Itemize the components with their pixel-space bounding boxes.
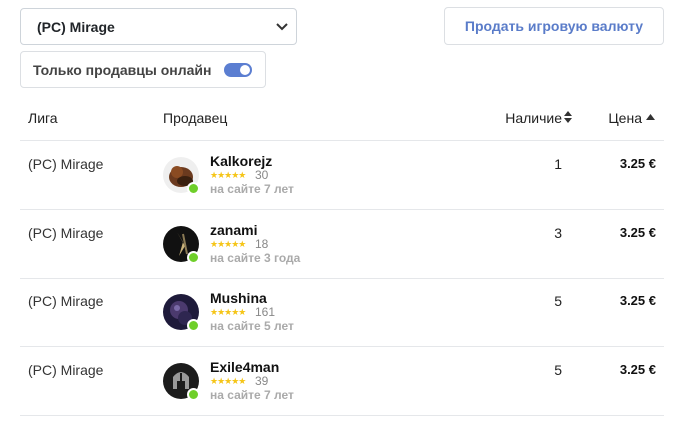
online-only-label: Только продавцы онлайн — [33, 61, 212, 78]
member-since: на сайте 3 года — [210, 251, 301, 265]
row-price: 3.25 € — [619, 225, 656, 240]
sell-currency-button-label: Продать игровую валюту — [464, 18, 644, 34]
seller-name[interactable]: Mushina — [210, 290, 267, 306]
row-stock: 5 — [554, 293, 562, 309]
member-since: на сайте 7 лет — [210, 182, 294, 196]
row-league: (PC) Mirage — [28, 156, 104, 172]
toggle-knob — [240, 65, 250, 75]
row-stock: 3 — [554, 225, 562, 241]
row-price: 3.25 € — [619, 156, 656, 171]
rating-stars: ★★★★★ — [210, 376, 246, 386]
league-select-value: (PC) Mirage — [37, 18, 115, 35]
sell-currency-button[interactable]: Продать игровую валюту — [444, 7, 664, 45]
online-dot-icon — [187, 388, 200, 401]
rating-stars: ★★★★★ — [210, 170, 246, 180]
header-stock[interactable]: Наличие — [505, 110, 562, 126]
league-select[interactable]: (PC) Mirage — [20, 8, 297, 45]
rating-count: 161 — [255, 305, 276, 319]
seller-name[interactable]: Kalkorejz — [210, 153, 272, 169]
seller-name[interactable]: Exile4man — [210, 359, 279, 375]
member-since: на сайте 7 лет — [210, 388, 294, 402]
row-price: 3.25 € — [619, 362, 656, 377]
row-stock: 5 — [554, 362, 562, 378]
chevron-down-icon — [276, 23, 288, 31]
header-price[interactable]: Цена — [608, 110, 642, 126]
row-league: (PC) Mirage — [28, 293, 104, 309]
seller-name[interactable]: zanami — [210, 222, 257, 238]
rating-count: 39 — [255, 374, 269, 388]
sort-both-icon[interactable] — [564, 111, 572, 123]
header-league: Лига — [28, 110, 58, 126]
header-seller: Продавец — [163, 110, 228, 126]
row-league: (PC) Mirage — [28, 362, 104, 378]
table-row: (PC) Mirage Kalkorejz ★★★★★ 30 на сайте … — [20, 141, 664, 210]
table-row: (PC) Mirage Exile4man ★★★★★ 39 на сайте … — [20, 347, 664, 416]
table-row: (PC) Mirage zanami ★★★★★ 18 на сайте 3 г… — [20, 210, 664, 279]
online-dot-icon — [187, 182, 200, 195]
online-only-filter[interactable]: Только продавцы онлайн — [20, 51, 266, 88]
rating-stars: ★★★★★ — [210, 239, 246, 249]
table-row: (PC) Mirage Mushina ★★★★★ 161 на сайте 5… — [20, 278, 664, 347]
online-only-toggle[interactable] — [224, 63, 252, 77]
sort-up-icon[interactable] — [646, 114, 655, 120]
rating-count: 30 — [255, 168, 269, 182]
row-stock: 1 — [554, 156, 562, 172]
member-since: на сайте 5 лет — [210, 319, 294, 333]
rating-count: 18 — [255, 237, 269, 251]
online-dot-icon — [187, 319, 200, 332]
row-price: 3.25 € — [619, 293, 656, 308]
online-dot-icon — [187, 251, 200, 264]
rating-stars: ★★★★★ — [210, 307, 246, 317]
row-league: (PC) Mirage — [28, 225, 104, 241]
table-header: Лига Продавец Наличие Цена — [20, 108, 664, 141]
